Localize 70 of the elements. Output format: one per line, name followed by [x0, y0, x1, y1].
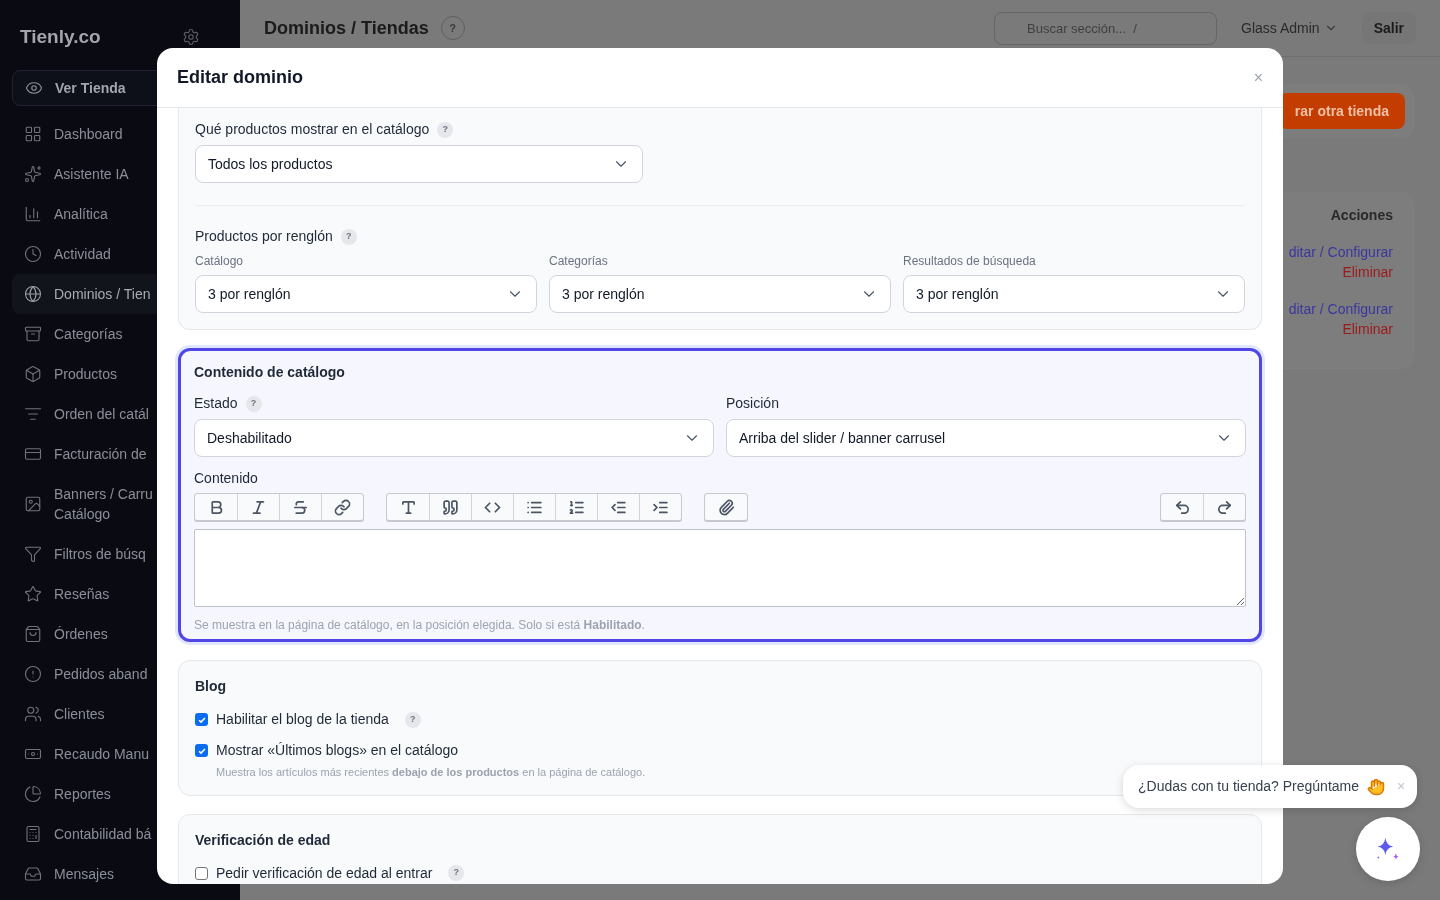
card-title: Contenido de catálogo: [194, 363, 346, 382]
per-row-select[interactable]: 3 por renglón: [549, 275, 891, 313]
logout-button[interactable]: Salir: [1361, 12, 1416, 44]
italic-icon: [250, 498, 267, 516]
clock-icon: [24, 245, 42, 263]
per-row-select[interactable]: 3 por renglón: [195, 275, 537, 313]
paperclip-icon: [717, 498, 735, 516]
state-select[interactable]: Deshabilitado: [194, 419, 714, 457]
undo-icon: [1173, 498, 1191, 516]
field-label: Contenido: [194, 469, 259, 488]
checkbox[interactable]: [195, 866, 208, 880]
eye-icon: [25, 79, 43, 97]
sparkle-icon: [24, 165, 42, 183]
help-badge[interactable]: ?: [340, 228, 357, 245]
user-menu[interactable]: Glass Admin: [1241, 17, 1338, 39]
option-hint: Muestra los artículos más recientes debajo de los productos en la página de catálogo.: [216, 765, 647, 780]
brand-logo[interactable]: Tienly.co: [20, 22, 101, 52]
inbox-icon: [24, 865, 42, 883]
sidebar-item[interactable]: Filtros de búsq: [12, 534, 228, 574]
heading-icon: [399, 498, 417, 516]
field-label: Posición: [726, 394, 780, 413]
field-label: Resultados de búsqueda: [903, 253, 1037, 270]
help-badge[interactable]: ?: [245, 395, 262, 412]
per-row-select[interactable]: 3 por renglón: [903, 275, 1245, 313]
bag-icon: [24, 625, 42, 643]
option-label: Pedir verificación de edad al entrar: [216, 863, 433, 883]
settings-icon[interactable]: [182, 28, 200, 46]
option-label: Mostrar «Últimos blogs» en el catálogo: [216, 741, 458, 760]
numbered-list-icon: [568, 498, 585, 516]
pie-chart-icon: [24, 785, 42, 803]
list-icon: [24, 405, 42, 423]
quote-icon: [442, 498, 459, 516]
page-title: Dominios / Tiendas: [264, 16, 429, 40]
field-hint: Se muestra en la página de catálogo, en la posición elegida. Solo si está Habilitado.: [194, 617, 646, 634]
help-badge[interactable]: ?: [404, 711, 421, 728]
strikethrough-icon: [292, 498, 309, 516]
card-icon: [24, 445, 42, 463]
globe-icon: [24, 285, 42, 303]
field-label: Estado: [194, 394, 238, 413]
column-header: Acciones: [1330, 206, 1393, 225]
card-title: Blog: [195, 677, 228, 696]
waving-hand-icon: [1367, 777, 1386, 796]
card-title: Verificación de edad: [195, 830, 332, 850]
sidebar-item[interactable]: Reseñas: [12, 574, 228, 614]
field-label: Catálogo: [195, 253, 245, 270]
field-label: Productos por renglón: [195, 227, 333, 246]
search-field[interactable]: Buscar sección... /: [994, 11, 1218, 45]
position-select[interactable]: Arriba del slider / banner carrusel: [726, 419, 1246, 457]
star-icon: [24, 585, 42, 603]
help-badge[interactable]: ?: [437, 121, 454, 138]
bar-chart-icon: [24, 205, 42, 223]
image-icon: [24, 495, 42, 513]
products-select[interactable]: Todos los productos: [195, 145, 643, 183]
box-icon: [24, 365, 42, 383]
checkbox[interactable]: [195, 713, 208, 726]
archive-icon: [24, 325, 42, 343]
checkbox[interactable]: [195, 744, 208, 757]
redo-icon: [1216, 498, 1233, 516]
help-badge[interactable]: ?: [448, 865, 465, 881]
field-label: Qué productos mostrar en el catálogo: [195, 120, 430, 139]
sidebar-item[interactable]: Categorías: [12, 314, 228, 354]
grid-icon: [24, 125, 42, 143]
field-label: Categorías: [549, 253, 609, 270]
chat-bubble[interactable]: ¿Dudas con tu tienda? Pregúntame ×: [1123, 765, 1418, 808]
link-icon: [334, 498, 351, 516]
users-icon: [24, 705, 42, 723]
alert-icon: [24, 665, 42, 683]
filter-icon: [24, 545, 42, 563]
calculator-icon: [24, 825, 42, 843]
option-label: Habilitar el blog de la tienda: [216, 710, 389, 729]
